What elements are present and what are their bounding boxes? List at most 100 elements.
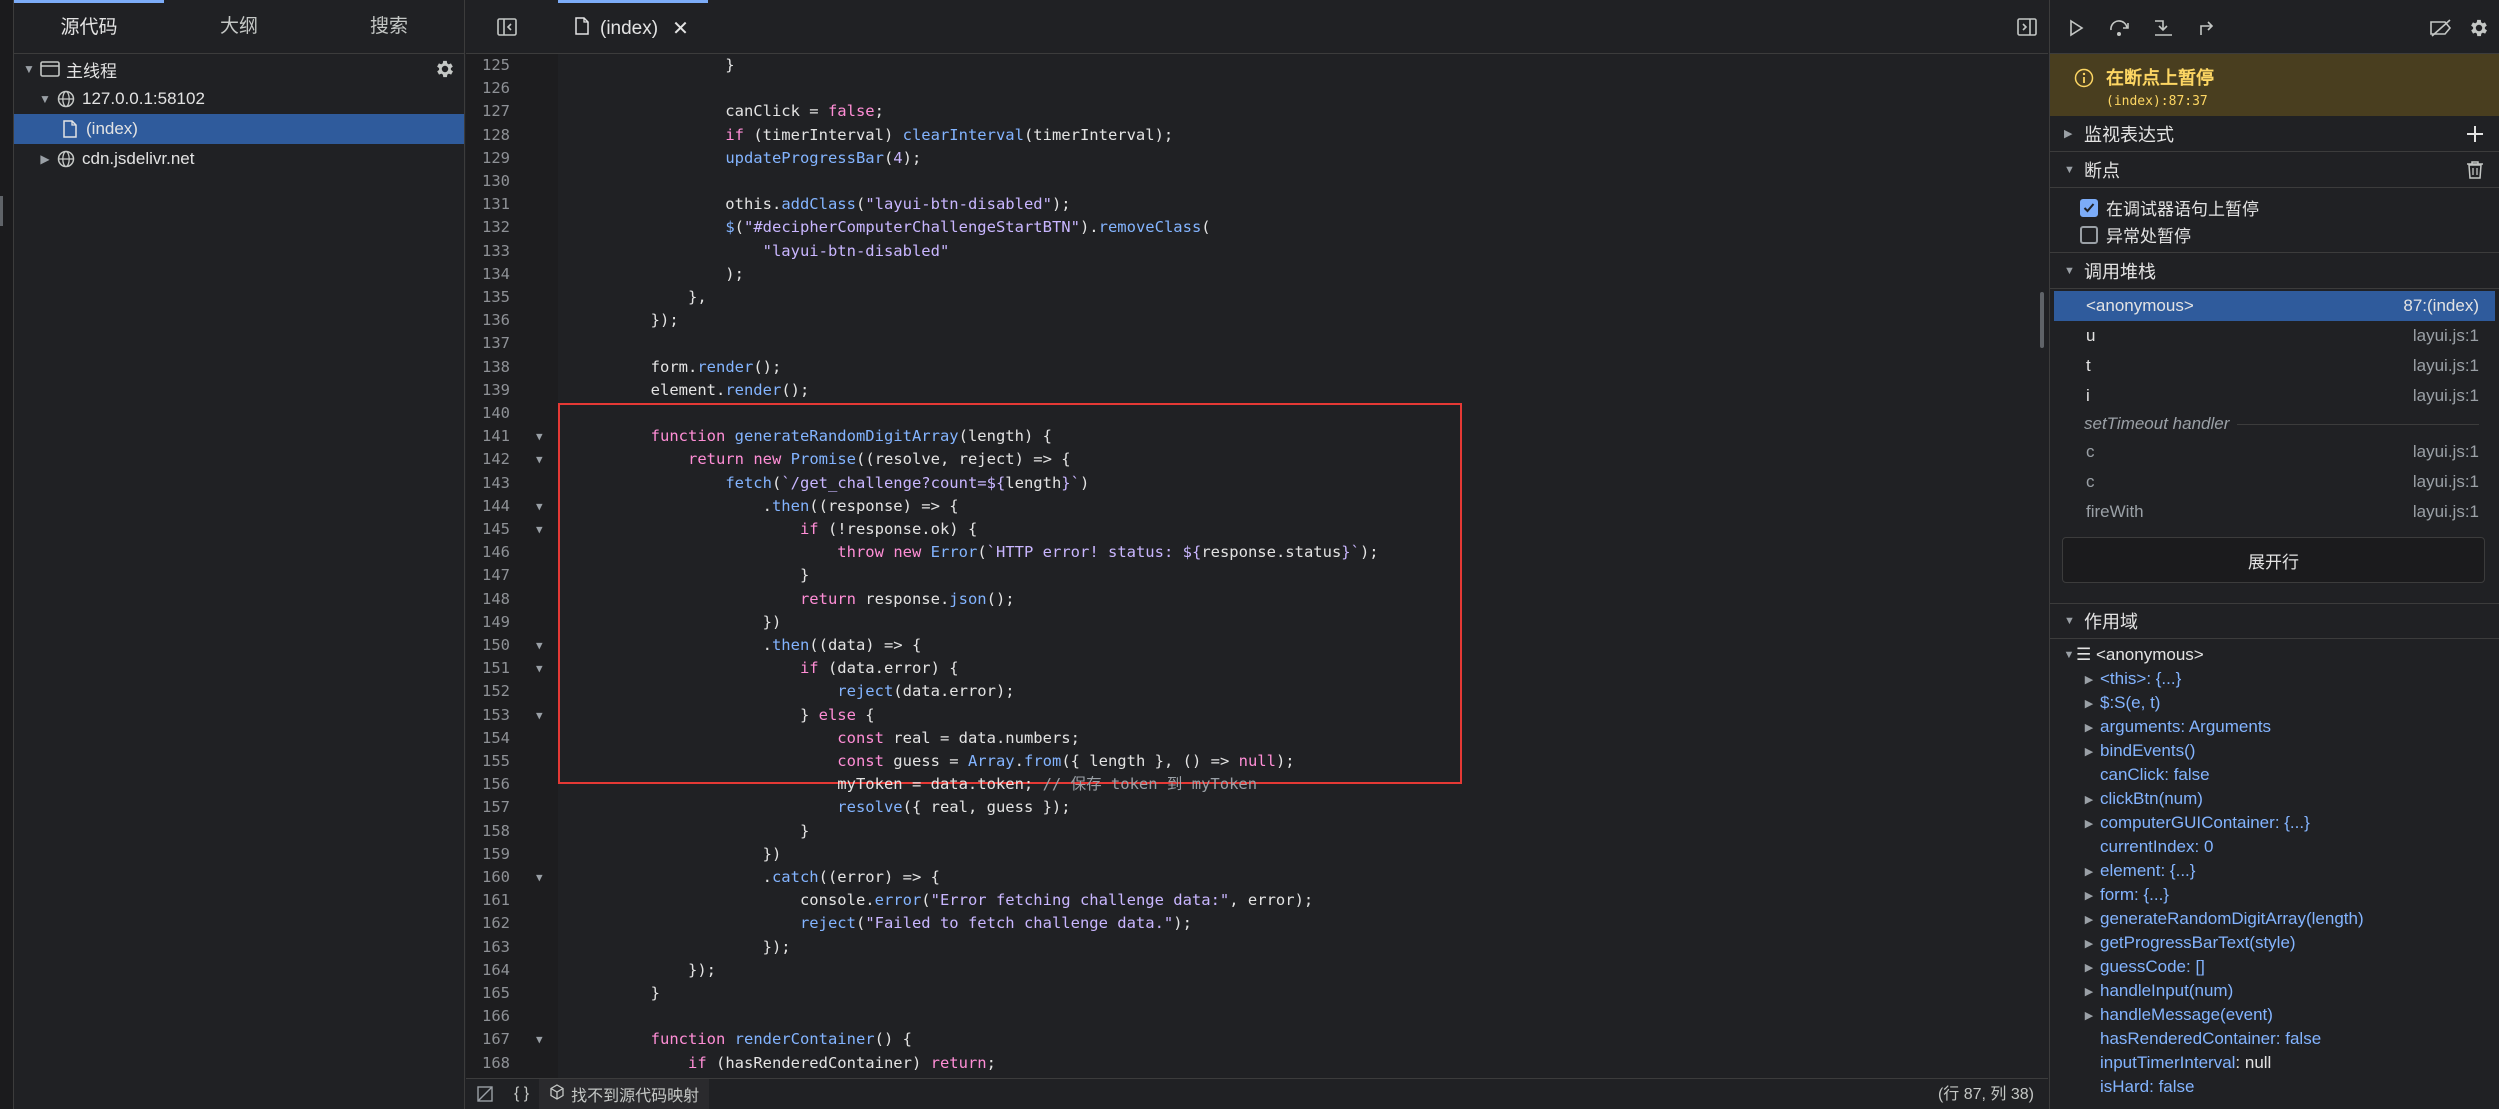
fold-chevron-icon[interactable]: ▼ (536, 425, 550, 448)
breakpoints-section-header[interactable]: ▼ 断点 (2050, 152, 2499, 188)
code-line[interactable]: 168 if (hasRenderedContainer) return; (466, 1052, 2048, 1075)
line-number[interactable]: 162 (466, 912, 510, 935)
fold-chevron-icon[interactable]: ▼ (536, 634, 550, 657)
code-line[interactable]: 144 ▼ .then((response) => { (466, 495, 2048, 518)
code-text[interactable]: }); (576, 959, 716, 982)
code-text[interactable]: form.render(); (576, 356, 782, 379)
scope-property[interactable]: ▶ bindEvents() (2050, 739, 2499, 763)
code-line[interactable]: 137 (466, 332, 2048, 355)
line-number[interactable]: 139 (466, 379, 510, 402)
pause-on-debugger-checkbox[interactable] (2080, 198, 2098, 217)
code-text[interactable]: throw new Error(`HTTP error! status: ${r… (576, 541, 1378, 564)
code-text[interactable]: .then((response) => { (576, 495, 959, 518)
code-text[interactable]: const guess = Array.from({ length }, () … (576, 750, 1294, 773)
code-line[interactable]: 129 updateProgressBar(4); (466, 147, 2048, 170)
call-stack-section-header[interactable]: ▼ 调用堆栈 (2050, 253, 2499, 289)
code-line[interactable]: 128 if (timerInterval) clearInterval(tim… (466, 124, 2048, 147)
line-number[interactable]: 129 (466, 147, 510, 170)
code-line[interactable]: 143 fetch(`/get_challenge?count=${length… (466, 472, 2048, 495)
code-line[interactable]: 146 throw new Error(`HTTP error! status:… (466, 541, 2048, 564)
fold-chevron-icon[interactable]: ▼ (536, 704, 550, 727)
code-text[interactable]: }) (576, 843, 782, 866)
call-frame[interactable]: c layui.js:1 (2050, 467, 2499, 497)
line-number[interactable]: 153 (466, 704, 510, 727)
code-line[interactable]: 150 ▼ .then((data) => { (466, 634, 2048, 657)
line-number[interactable]: 127 (466, 100, 510, 123)
chevron-right-icon[interactable]: ▶ (36, 152, 54, 166)
code-text[interactable]: if (hasRenderedContainer) return; (576, 1052, 996, 1075)
line-number[interactable]: 151 (466, 657, 510, 680)
line-number[interactable]: 148 (466, 588, 510, 611)
fold-chevron-icon[interactable]: ▼ (536, 1028, 550, 1051)
trash-icon[interactable] (2463, 158, 2487, 182)
line-number[interactable]: 156 (466, 773, 510, 796)
step-over-button[interactable] (2106, 14, 2134, 42)
code-line[interactable]: 132 $("#decipherComputerChallengeStartBT… (466, 216, 2048, 239)
scope-property[interactable]: inputTimerInterval: null (2050, 1051, 2499, 1075)
scope-property[interactable]: ▶ getProgressBarText(style) (2050, 931, 2499, 955)
call-frame[interactable]: <anonymous> 87:(index) (2054, 291, 2495, 321)
line-number[interactable]: 146 (466, 541, 510, 564)
fold-chevron-icon[interactable]: ▼ (536, 866, 550, 889)
code-line[interactable]: 165 } (466, 982, 2048, 1005)
call-frame[interactable]: u layui.js:1 (2050, 321, 2499, 351)
scope-property[interactable]: ▶ arguments: Arguments (2050, 715, 2499, 739)
code-line[interactable]: 161 console.error("Error fetching challe… (466, 889, 2048, 912)
code-text[interactable]: }, (576, 286, 707, 309)
code-line[interactable]: 141 ▼ function generateRandomDigitArray(l… (466, 425, 2048, 448)
step-in-button[interactable] (2150, 14, 2178, 42)
code-text[interactable]: "layui-btn-disabled" (576, 240, 950, 263)
navigator-settings-gear-icon[interactable] (430, 54, 460, 84)
tree-item-localhost[interactable]: ▼ 127.0.0.1:58102 (14, 84, 464, 114)
code-text[interactable]: } (576, 564, 809, 587)
code-line[interactable]: 164 }); (466, 959, 2048, 982)
line-number[interactable]: 149 (466, 611, 510, 634)
line-number[interactable]: 134 (466, 263, 510, 286)
code-text[interactable]: .catch((error) => { (576, 866, 940, 889)
line-number[interactable]: 159 (466, 843, 510, 866)
code-line[interactable]: 154 const real = data.numbers; (466, 727, 2048, 750)
fold-chevron-icon[interactable]: ▼ (536, 495, 550, 518)
code-line[interactable]: 138 form.render(); (466, 356, 2048, 379)
code-area[interactable]: 125 } 126 127 canClick = false; 128 if (tim… (466, 54, 2048, 1078)
scope-property[interactable]: hasRenderedContainer: false (2050, 1027, 2499, 1051)
code-text[interactable]: reject(data.error); (576, 680, 1014, 703)
line-number[interactable]: 130 (466, 170, 510, 193)
scope-property[interactable]: isHard: false (2050, 1075, 2499, 1099)
code-line[interactable]: 145 ▼ if (!response.ok) { (466, 518, 2048, 541)
call-frame[interactable]: i layui.js:1 (2050, 381, 2499, 411)
watch-section-header[interactable]: ▶ 监视表达式 (2050, 116, 2499, 152)
code-text[interactable]: return new Promise((resolve, reject) => … (576, 448, 1071, 471)
code-line[interactable]: 136 }); (466, 309, 2048, 332)
pause-on-exceptions-checkbox[interactable] (2080, 225, 2098, 244)
pause-on-exceptions-option[interactable]: 异常处暂停 (2050, 221, 2499, 248)
code-line[interactable]: 125 } (466, 54, 2048, 77)
scope-section-header[interactable]: ▼ 作用域 (2050, 603, 2499, 639)
code-text[interactable]: const real = data.numbers; (576, 727, 1080, 750)
code-text[interactable]: fetch(`/get_challenge?count=${length}`) (576, 472, 1089, 495)
line-number[interactable]: 166 (466, 1005, 510, 1028)
tab-sources[interactable]: 源代码 (14, 0, 164, 53)
scope-property[interactable]: ▶ element: {...} (2050, 859, 2499, 883)
line-number[interactable]: 168 (466, 1052, 510, 1075)
code-line[interactable]: 153 ▼ } else { (466, 704, 2048, 727)
code-line[interactable]: 127 canClick = false; (466, 100, 2048, 123)
line-number[interactable]: 152 (466, 680, 510, 703)
scope-property[interactable]: canClick: false (2050, 763, 2499, 787)
code-text[interactable]: function renderContainer() { (576, 1028, 912, 1051)
source-map-status[interactable]: 找不到源代码映射 (539, 1078, 710, 1109)
code-text[interactable]: if (timerInterval) clearInterval(timerIn… (576, 124, 1173, 147)
pretty-print-toggle[interactable] (466, 1079, 504, 1109)
code-line[interactable]: 157 resolve({ real, guess }); (466, 796, 2048, 819)
line-number[interactable]: 155 (466, 750, 510, 773)
resume-button[interactable] (2062, 14, 2090, 42)
code-line[interactable]: 135 }, (466, 286, 2048, 309)
scope-property[interactable]: ▶ generateRandomDigitArray(length) (2050, 907, 2499, 931)
code-line[interactable]: 160 ▼ .catch((error) => { (466, 866, 2048, 889)
line-number[interactable]: 136 (466, 309, 510, 332)
line-number[interactable]: 147 (466, 564, 510, 587)
format-braces-button[interactable]: { } (504, 1079, 539, 1109)
code-text[interactable]: }); (576, 936, 791, 959)
add-icon[interactable] (2463, 122, 2487, 146)
line-number[interactable]: 128 (466, 124, 510, 147)
